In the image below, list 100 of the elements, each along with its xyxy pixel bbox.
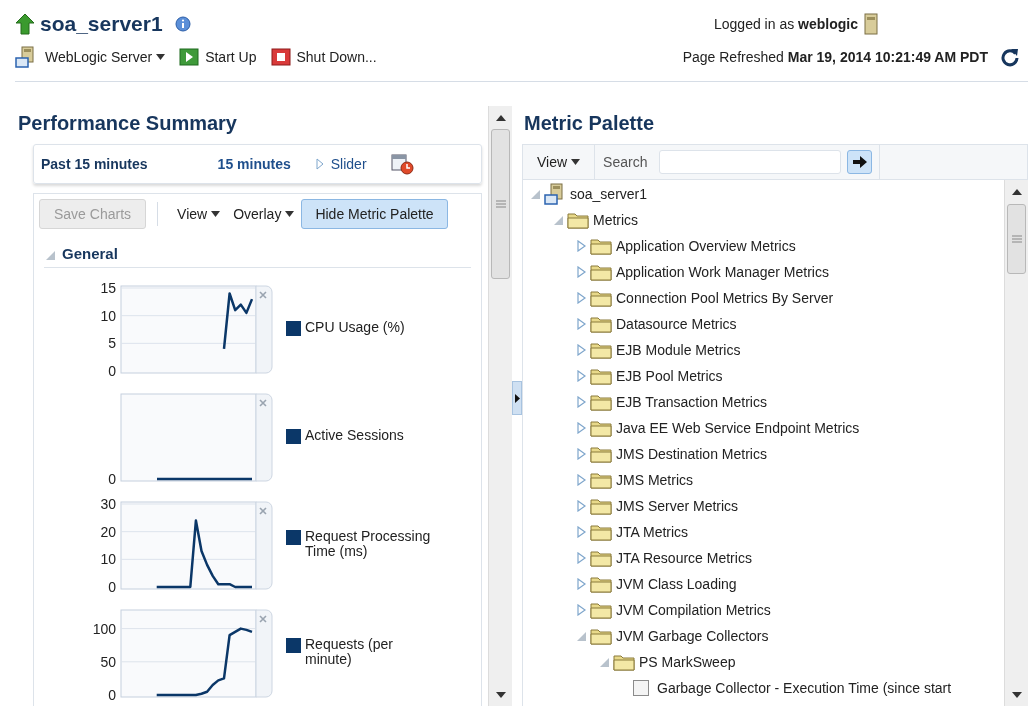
tree-item[interactable]: Application Overview Metrics bbox=[616, 235, 796, 257]
logged-in-text: Logged in as weblogic bbox=[714, 14, 858, 34]
splitter-handle[interactable] bbox=[512, 381, 522, 415]
view-menu[interactable]: View bbox=[177, 203, 221, 225]
folder-icon bbox=[590, 263, 612, 281]
tree-item[interactable]: EJB Pool Metrics bbox=[616, 365, 723, 387]
page-refreshed-text: Page Refreshed Mar 19, 2014 10:21:49 AM PDT bbox=[682, 47, 988, 67]
scroll-up-icon[interactable] bbox=[1011, 189, 1022, 195]
folder-icon bbox=[590, 289, 612, 307]
close-button[interactable] bbox=[255, 285, 273, 374]
tree-item[interactable]: JTA Metrics bbox=[616, 521, 689, 543]
info-icon[interactable] bbox=[174, 16, 191, 32]
collapsed-triangle-icon[interactable] bbox=[575, 500, 587, 512]
tick-label: 10 bbox=[100, 307, 116, 324]
folder-icon bbox=[567, 211, 589, 229]
search-field[interactable] bbox=[659, 150, 842, 174]
time-range-label: Past 15 minutes bbox=[41, 154, 148, 174]
folder-icon bbox=[613, 653, 635, 671]
caret-icon bbox=[285, 211, 295, 217]
scroll-down-icon[interactable] bbox=[1011, 692, 1022, 698]
tree-item[interactable]: JVM Compilation Metrics bbox=[616, 599, 771, 621]
server-icon bbox=[544, 183, 564, 205]
caret-icon bbox=[156, 54, 166, 60]
folder-icon bbox=[590, 523, 612, 541]
section-header[interactable]: General bbox=[62, 243, 118, 266]
tree-item[interactable]: JMS Metrics bbox=[616, 469, 693, 491]
tree-item[interactable]: JVM Class Loading bbox=[616, 573, 737, 595]
folder-icon bbox=[590, 367, 612, 385]
collapsed-triangle-icon[interactable] bbox=[575, 344, 587, 356]
tick-label: 10 bbox=[100, 551, 116, 568]
checkbox[interactable] bbox=[633, 680, 649, 696]
collapsed-triangle-icon[interactable] bbox=[575, 266, 587, 278]
shut-down-button[interactable]: Shut Down... bbox=[270, 46, 377, 68]
tree-item[interactable]: EJB Module Metrics bbox=[616, 339, 741, 361]
folder-icon bbox=[590, 549, 612, 567]
folder-icon bbox=[590, 419, 612, 437]
tick-label: 0 bbox=[108, 363, 116, 378]
tree-item[interactable]: Java EE Web Service Endpoint Metrics bbox=[616, 417, 860, 439]
legend-label: Request Processing Time (ms) bbox=[305, 529, 432, 559]
expanded-triangle-icon[interactable] bbox=[529, 188, 541, 200]
tick-label: 100 bbox=[92, 620, 116, 637]
play-icon bbox=[179, 48, 200, 66]
expand-triangle-icon bbox=[315, 158, 324, 170]
collapsed-triangle-icon[interactable] bbox=[575, 578, 587, 590]
scrollbar[interactable] bbox=[488, 106, 512, 706]
collapsed-triangle-icon[interactable] bbox=[575, 370, 587, 382]
collapsed-triangle-icon[interactable] bbox=[575, 396, 587, 408]
tree-item[interactable]: EJB Transaction Metrics bbox=[616, 391, 767, 413]
scroll-up-icon[interactable] bbox=[495, 115, 506, 121]
tree-item[interactable]: JTA Resource Metrics bbox=[616, 547, 752, 569]
tree-item[interactable]: JMS Destination Metrics bbox=[616, 443, 767, 465]
tree-item[interactable]: Datasource Metrics bbox=[616, 313, 737, 335]
page-title: soa_server1 bbox=[40, 11, 163, 38]
collapsed-triangle-icon[interactable] bbox=[575, 292, 587, 304]
close-button[interactable] bbox=[255, 393, 273, 482]
view-menu[interactable]: View bbox=[537, 151, 581, 173]
server-menu[interactable]: WebLogic Server bbox=[45, 46, 166, 68]
collapsed-triangle-icon[interactable] bbox=[575, 422, 587, 434]
section-heading: Metric Palette bbox=[523, 111, 656, 136]
start-up-button[interactable]: Start Up bbox=[179, 46, 257, 68]
expanded-triangle-icon[interactable] bbox=[552, 214, 564, 226]
tree-item[interactable]: PS MarkSweep bbox=[639, 651, 736, 673]
search-go-button[interactable] bbox=[847, 150, 873, 174]
tree-item[interactable]: Metrics bbox=[593, 209, 639, 231]
caret-icon bbox=[571, 159, 581, 165]
folder-icon bbox=[590, 627, 612, 645]
folder-icon bbox=[590, 237, 612, 255]
close-button[interactable] bbox=[255, 609, 273, 698]
scroll-thumb[interactable] bbox=[1007, 204, 1026, 274]
tree-item[interactable]: Garbage Collector - Execution Time (since start bbox=[657, 677, 952, 699]
overlay-menu[interactable]: Overlay bbox=[233, 203, 295, 225]
calendar-clock-icon[interactable] bbox=[390, 153, 415, 175]
hide-palette-button[interactable]: Hide Metric Palette bbox=[301, 199, 448, 229]
collapsed-triangle-icon[interactable] bbox=[575, 552, 587, 564]
tree-item[interactable]: Application Work Manager Metrics bbox=[616, 261, 829, 283]
tree-item[interactable]: soa_server1 bbox=[570, 183, 648, 205]
expanded-triangle-icon[interactable] bbox=[575, 630, 587, 642]
collapsed-triangle-icon[interactable] bbox=[575, 604, 587, 616]
collapsed-triangle-icon[interactable] bbox=[575, 448, 587, 460]
scrollbar[interactable] bbox=[1004, 180, 1028, 706]
scroll-down-icon[interactable] bbox=[495, 692, 506, 698]
arrow-right-icon bbox=[852, 156, 867, 168]
folder-icon bbox=[590, 341, 612, 359]
collapsed-triangle-icon[interactable] bbox=[575, 318, 587, 330]
close-button[interactable] bbox=[255, 501, 273, 590]
tree-item[interactable]: JMS Server Metrics bbox=[616, 495, 739, 517]
expanded-triangle-icon[interactable] bbox=[598, 656, 610, 668]
up-arrow-icon bbox=[15, 13, 35, 35]
scroll-thumb[interactable] bbox=[491, 129, 510, 279]
tree-item[interactable]: Connection Pool Metrics By Server bbox=[616, 287, 834, 309]
collapsed-triangle-icon[interactable] bbox=[575, 474, 587, 486]
folder-icon bbox=[590, 497, 612, 515]
collapsed-triangle-icon[interactable] bbox=[575, 526, 587, 538]
tree-item[interactable]: JVM Garbage Collectors bbox=[616, 625, 769, 647]
collapsed-triangle-icon[interactable] bbox=[575, 240, 587, 252]
refresh-icon[interactable] bbox=[1000, 47, 1020, 67]
legend-label: Active Sessions bbox=[305, 428, 404, 443]
server-icon bbox=[864, 13, 878, 35]
slider-toggle[interactable]: Slider bbox=[315, 153, 367, 175]
stop-icon bbox=[270, 48, 291, 66]
